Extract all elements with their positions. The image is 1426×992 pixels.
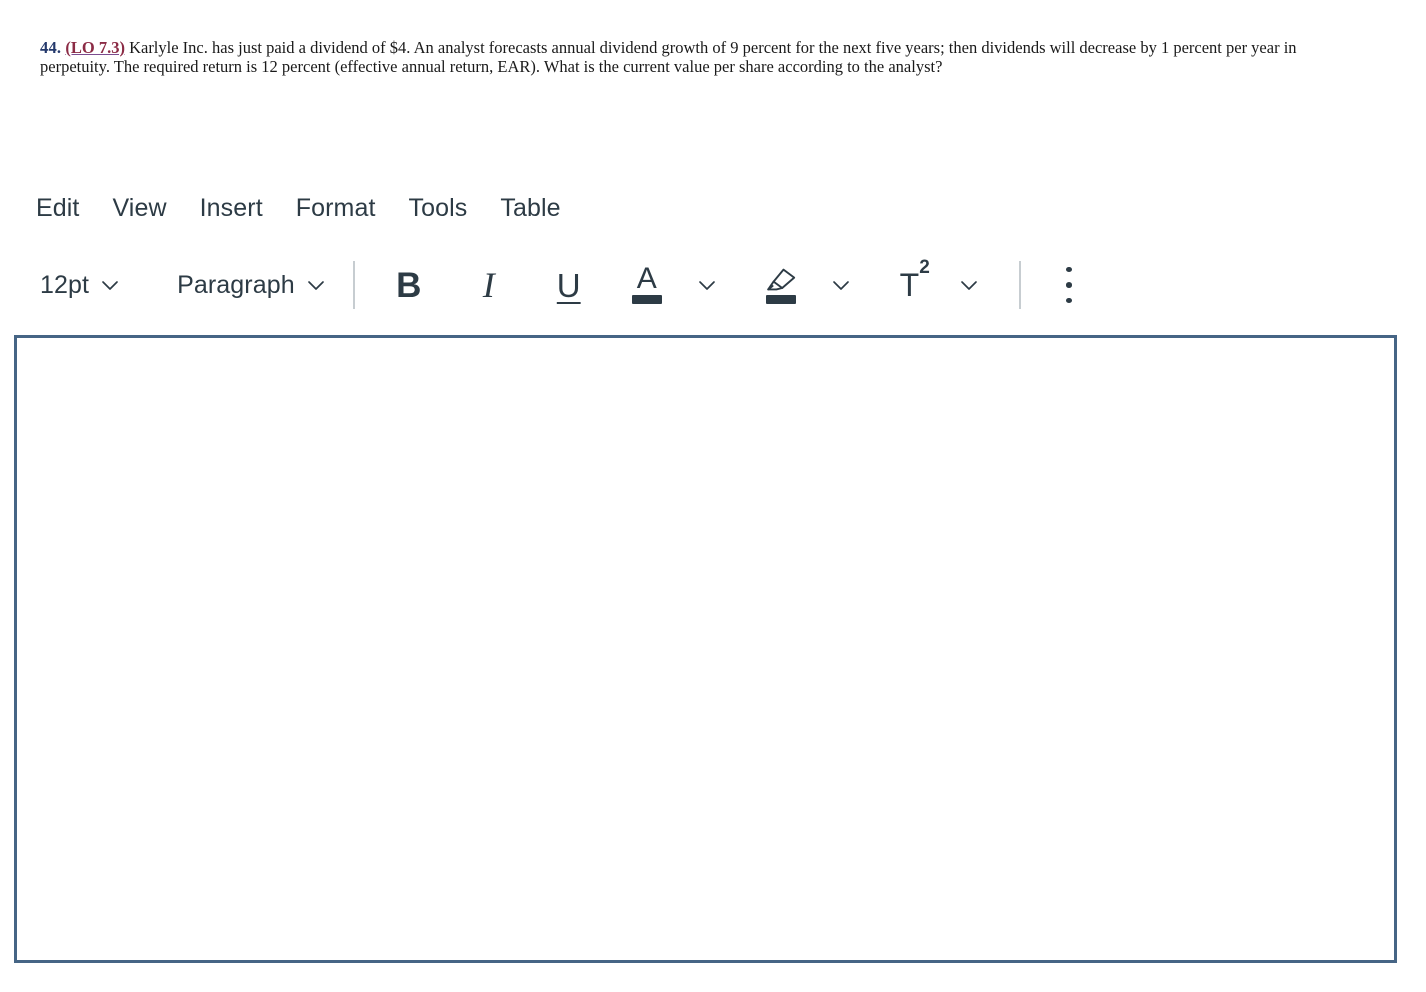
toolbar-divider bbox=[352, 261, 355, 309]
text-color-button[interactable]: A bbox=[623, 262, 671, 308]
text-color-icon: A bbox=[631, 262, 662, 304]
kebab-dot-icon bbox=[1065, 282, 1072, 288]
bold-button[interactable]: B bbox=[387, 262, 431, 308]
text-color-dropdown[interactable] bbox=[685, 262, 729, 308]
menu-item-table[interactable]: Table bbox=[500, 188, 575, 228]
underline-button[interactable]: U bbox=[547, 262, 591, 308]
font-size-value: 12pt bbox=[40, 270, 90, 299]
chevron-down-icon bbox=[696, 274, 718, 296]
menu-item-tools[interactable]: Tools bbox=[409, 188, 483, 228]
italic-icon: I bbox=[482, 265, 495, 305]
font-size-select[interactable]: 12pt bbox=[36, 263, 125, 307]
paragraph-format-value: Paragraph bbox=[177, 270, 295, 299]
question-text: 44. (LO 7.3) Karlyle Inc. has just paid … bbox=[40, 38, 1426, 76]
menu-item-view[interactable]: View bbox=[112, 188, 181, 228]
toolbar-divider bbox=[1018, 261, 1021, 309]
superscript-base: T bbox=[899, 267, 920, 303]
superscript-dropdown[interactable] bbox=[947, 262, 991, 308]
menu-item-format[interactable]: Format bbox=[296, 188, 391, 228]
highlight-color-dropdown[interactable] bbox=[819, 262, 863, 308]
question-line-2: perpetuity. The required return is 12 pe… bbox=[40, 57, 943, 76]
question-number: 44. bbox=[40, 38, 62, 57]
menu-item-edit[interactable]: Edit bbox=[36, 188, 94, 228]
editor-toolbar: 12pt Paragraph B I U A T2 bbox=[36, 258, 1089, 312]
text-color-letter: A bbox=[636, 262, 657, 295]
superscript-icon: T2 bbox=[899, 258, 930, 303]
kebab-dot-icon bbox=[1065, 267, 1072, 273]
more-options-button[interactable] bbox=[1049, 262, 1089, 308]
kebab-dot-icon bbox=[1065, 297, 1072, 303]
italic-button[interactable]: I bbox=[467, 262, 511, 308]
chevron-down-icon bbox=[958, 274, 980, 296]
superscript-button[interactable]: T2 bbox=[891, 258, 939, 308]
superscript-exponent: 2 bbox=[919, 256, 930, 278]
question-line-1-body: Karlyle Inc. has just paid a dividend of… bbox=[124, 38, 1297, 57]
chevron-down-icon bbox=[305, 274, 327, 296]
bold-icon: B bbox=[396, 265, 422, 305]
highlight-color-button[interactable] bbox=[757, 262, 805, 308]
rich-content-editor[interactable] bbox=[14, 335, 1397, 963]
chevron-down-icon bbox=[830, 274, 852, 296]
learning-objective-link[interactable]: (LO 7.3) bbox=[65, 38, 125, 57]
menu-item-insert[interactable]: Insert bbox=[200, 188, 278, 228]
highlight-color-swatch bbox=[765, 294, 796, 304]
question-statement: 44. (LO 7.3) Karlyle Inc. has just paid … bbox=[40, 38, 1426, 88]
paragraph-format-select[interactable]: Paragraph bbox=[173, 263, 331, 307]
highlighter-icon bbox=[764, 267, 798, 304]
underline-icon: U bbox=[556, 266, 581, 304]
editor-text-area[interactable] bbox=[17, 338, 1394, 960]
chevron-down-icon bbox=[99, 274, 121, 296]
text-color-swatch bbox=[631, 295, 662, 304]
question-line-1: 44. (LO 7.3) Karlyle Inc. has just paid … bbox=[40, 38, 1426, 57]
editor-menu-bar: Edit View Insert Format Tools Table bbox=[36, 188, 576, 228]
